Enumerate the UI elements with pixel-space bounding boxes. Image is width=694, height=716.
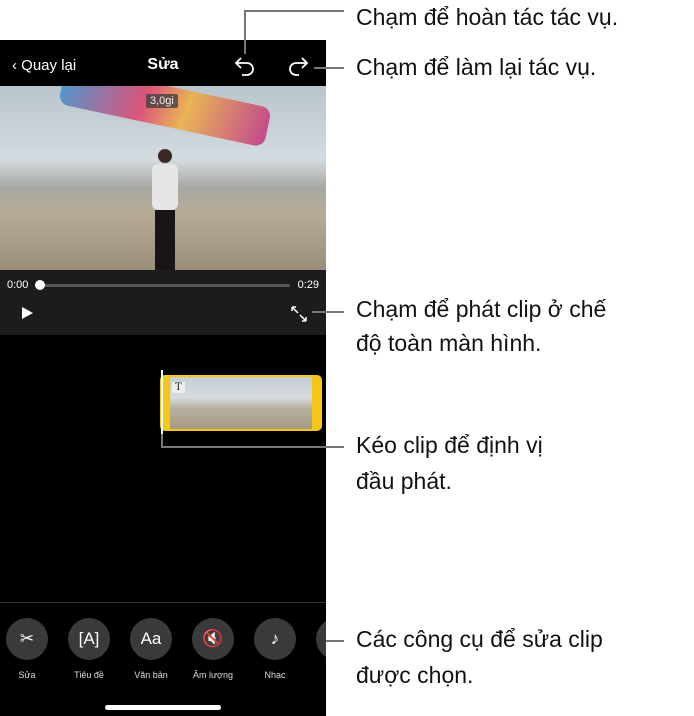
fullscreen-icon[interactable] xyxy=(290,305,308,323)
video-preview[interactable]: 3,0gi xyxy=(0,86,326,270)
playhead xyxy=(161,370,163,434)
text-icon: Aa xyxy=(130,618,172,660)
callout-undo: Chạm để hoàn tác tác vụ. xyxy=(356,4,619,30)
back-button[interactable]: ‹ Quay lại xyxy=(12,57,76,74)
callout-line-undo xyxy=(244,10,246,54)
tool-label: Âm lượng xyxy=(193,670,233,680)
title-marker: T xyxy=(172,382,185,393)
home-indicator xyxy=(105,705,221,710)
callout-redo: Chạm để làm lại tác vụ. xyxy=(356,54,597,80)
callout-line-tools xyxy=(326,640,344,642)
current-time: 0:00 xyxy=(7,279,29,291)
callout-line-undo-h xyxy=(244,10,344,12)
callout-playhead-2: đầu phát. xyxy=(356,468,452,494)
tool-label: Văn bản xyxy=(134,670,168,680)
back-label: Quay lại xyxy=(21,57,77,74)
clip-thumbnail xyxy=(170,377,312,429)
scissors-icon: ✂ xyxy=(6,618,48,660)
timeline-clip[interactable]: T xyxy=(160,375,322,431)
tool-scissors[interactable]: ✂ Sửa xyxy=(5,618,49,680)
tool-label: Nhạc xyxy=(264,670,286,680)
total-time: 0:29 xyxy=(297,279,319,291)
tool-music-note[interactable]: ♪ Nhạc xyxy=(253,618,297,680)
nav-bar: ‹ Quay lại Sửa xyxy=(0,40,326,86)
callout-fullscreen-1: Chạm để phát clip ở chế xyxy=(356,296,607,322)
music-note-icon: ♪ xyxy=(254,618,296,660)
scrubber-track[interactable] xyxy=(38,284,290,287)
playback-controls: 0:00 0:29 xyxy=(0,270,326,335)
redo-icon[interactable] xyxy=(285,52,311,78)
tool-label: Sửa xyxy=(18,670,36,680)
tool-volume-muted[interactable]: 🔇 Âm lượng xyxy=(191,618,235,680)
volume-muted-icon: 🔇 xyxy=(192,618,234,660)
callout-playhead-1: Kéo clip để định vị xyxy=(356,432,543,458)
tool-title[interactable]: [A] Tiêu đề xyxy=(67,618,111,680)
tool-text[interactable]: Aa Văn bản xyxy=(129,618,173,680)
duration-badge: 3,0gi xyxy=(146,94,178,108)
callout-line-fullscreen xyxy=(312,311,344,313)
callout-line-playhead-h xyxy=(161,446,344,448)
person-image xyxy=(152,149,178,270)
callout-tools-2: được chọn. xyxy=(356,662,474,688)
divider xyxy=(0,602,326,603)
more-tool-icon xyxy=(316,618,326,660)
undo-icon[interactable] xyxy=(232,52,258,78)
tool-label: Thư xyxy=(315,670,326,680)
scrubber-knob[interactable] xyxy=(35,280,45,290)
tool-label: Tiêu đề xyxy=(74,670,104,680)
callout-line-redo xyxy=(314,67,344,69)
callout-fullscreen-2: độ toàn màn hình. xyxy=(356,330,542,356)
title-icon: [A] xyxy=(68,618,110,660)
phone-screen: ‹ Quay lại Sửa 3,0gi 0:00 0:29 T ✂ Sửa [A]… xyxy=(0,40,326,716)
callout-tools-1: Các công cụ để sửa clip xyxy=(356,626,603,652)
play-icon[interactable] xyxy=(20,306,34,320)
tool-more-tool[interactable]: Thư xyxy=(315,618,326,680)
